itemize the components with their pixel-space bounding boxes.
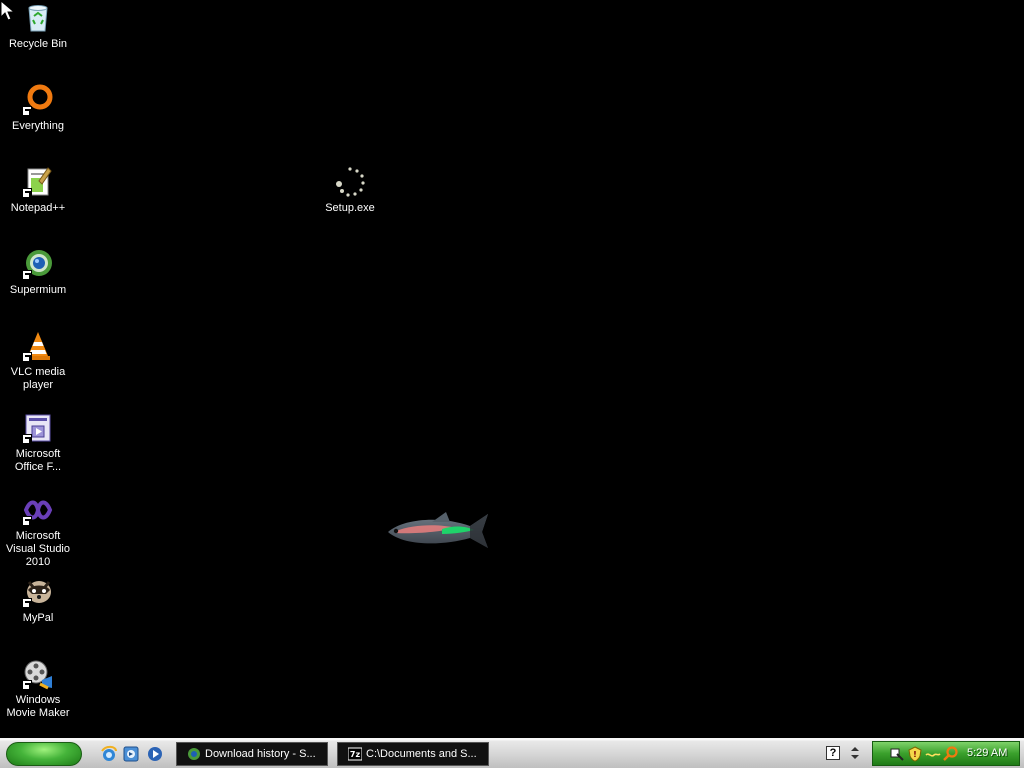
desktop-icon-vlc-media-player[interactable]: VLC media player xyxy=(0,330,76,392)
media-player-icon[interactable] xyxy=(146,745,164,763)
supermium-icon xyxy=(188,748,200,760)
desktop-icon-label: Setup.exe xyxy=(325,202,375,214)
desktop-icon-mypal[interactable]: MyPal xyxy=(0,576,76,625)
seven-zip-icon: 7z xyxy=(348,747,362,761)
security-shield-icon[interactable]: ! xyxy=(907,746,923,762)
network-icon[interactable] xyxy=(889,746,905,762)
taskbar-button-label: C:\Documents and S... xyxy=(366,748,477,760)
desktop-icon-label: Recycle Bin xyxy=(8,38,68,50)
shortcut-arrow-icon xyxy=(22,516,32,526)
shortcut-arrow-icon xyxy=(22,352,32,362)
taskbar: Download history - S... 7z C:\Documents … xyxy=(0,738,1024,768)
wave-icon[interactable] xyxy=(925,746,941,762)
shortcut-arrow-icon xyxy=(22,680,32,690)
fish-icon xyxy=(388,512,488,548)
desktop-icon-supermium[interactable]: Supermium xyxy=(0,248,76,297)
start-button[interactable] xyxy=(6,742,82,766)
desktop-icon-microsoft-office[interactable]: Microsoft Office F... xyxy=(0,412,76,474)
desktop-icon-visual-studio-2010[interactable]: Microsoft Visual Studio 2010 xyxy=(0,494,76,569)
desktop-icon-recycle-bin[interactable]: Recycle Bin xyxy=(0,2,76,51)
desktop-icon-label: VLC media player xyxy=(10,366,66,391)
taskbar-button-download-history[interactable]: Download history - S... xyxy=(176,742,328,766)
desktop-icon-label: Microsoft Visual Studio 2010 xyxy=(5,530,70,568)
shortcut-arrow-icon xyxy=(22,434,32,444)
show-desktop-icon[interactable] xyxy=(122,745,140,763)
mypal-icon xyxy=(22,576,54,608)
shortcut-arrow-icon xyxy=(22,188,32,198)
everything-icon xyxy=(22,84,54,116)
desktop-icon-setup-exe[interactable]: Setup.exe xyxy=(312,166,388,215)
help-icon[interactable]: ? xyxy=(826,746,840,760)
vlc-icon xyxy=(22,330,54,362)
office-icon xyxy=(22,412,54,444)
desktop-icon-label: Everything xyxy=(12,120,64,132)
visual-studio-icon xyxy=(22,494,54,526)
recycle-bin-icon xyxy=(22,2,54,34)
system-tray: ! 5:29 AM xyxy=(872,741,1020,766)
internet-explorer-icon[interactable] xyxy=(100,745,118,763)
shortcut-arrow-icon xyxy=(22,598,32,608)
desktop-icon-label: Notepad++ xyxy=(10,202,66,214)
svg-text:!: ! xyxy=(913,750,917,759)
desktop-icon-windows-movie-maker[interactable]: Windows Movie Maker xyxy=(0,658,76,720)
desktop-icon-label: Windows Movie Maker xyxy=(6,694,70,719)
chevron-up-down-icon[interactable] xyxy=(850,745,860,761)
shortcut-arrow-icon xyxy=(22,270,32,280)
supermium-icon xyxy=(22,248,54,280)
taskbar-button-documents-folder[interactable]: 7z C:\Documents and S... xyxy=(337,742,489,766)
svg-text:7z: 7z xyxy=(350,750,361,759)
notepad-plus-plus-icon xyxy=(22,166,54,198)
desktop[interactable]: Recycle Bin Everything Notepad++ Supermi… xyxy=(0,0,1024,738)
search-icon[interactable] xyxy=(943,746,959,762)
desktop-icon-notepad-plus-plus[interactable]: Notepad++ xyxy=(0,166,76,215)
loading-spinner-icon xyxy=(334,166,366,198)
clock[interactable]: 5:29 AM xyxy=(967,742,1007,765)
desktop-icon-everything[interactable]: Everything xyxy=(0,84,76,133)
desktop-icon-label: Microsoft Office F... xyxy=(14,448,62,473)
movie-maker-icon xyxy=(22,658,54,690)
desktop-icon-label: MyPal xyxy=(22,612,54,624)
shortcut-arrow-icon xyxy=(22,106,32,116)
desktop-icon-label: Supermium xyxy=(9,284,67,296)
taskbar-button-label: Download history - S... xyxy=(205,748,316,760)
